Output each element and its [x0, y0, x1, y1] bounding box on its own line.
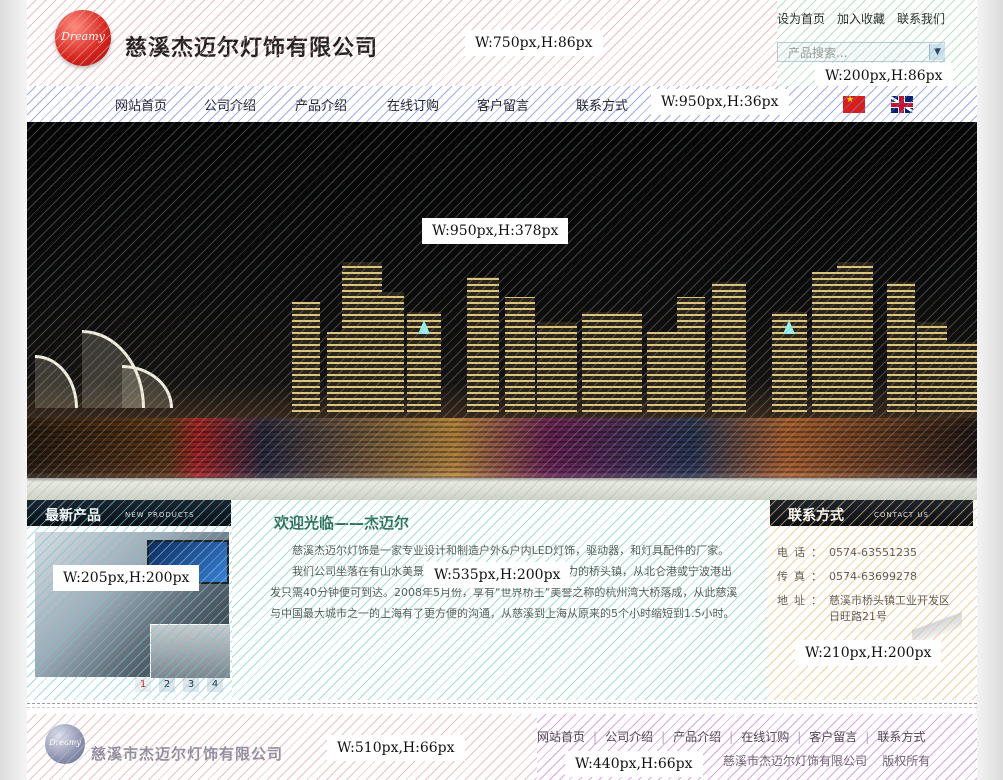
- banner-image: W:950px,H:378px: [27, 122, 977, 500]
- footer-link-products[interactable]: 产品介绍: [673, 730, 721, 744]
- uk-flag-icon[interactable]: [891, 96, 913, 113]
- footer-divider: [27, 703, 977, 704]
- page-3[interactable]: 3: [183, 678, 199, 692]
- product-search-select[interactable]: 产品搜索...: [777, 42, 945, 62]
- top-links: 设为首页 加入收藏 联系我们: [777, 10, 957, 27]
- opera-house: [27, 328, 177, 408]
- page-1[interactable]: 1: [135, 678, 151, 692]
- welcome-paragraph-1: 慈溪杰迈尔灯饰是一家专业设计和制造户外&户内LED灯饰，驱动器，和灯具配件的厂家…: [292, 544, 730, 557]
- nav-order[interactable]: 在线订购: [387, 95, 439, 114]
- nav-dimension-label: W:950px,H:36px: [651, 89, 789, 115]
- site-header: Dreamy 慈溪杰迈尔灯饰有限公司 W:750px,H:86px: [27, 0, 777, 86]
- set-homepage-link[interactable]: 设为首页: [777, 12, 825, 26]
- header-dimension-label: W:750px,H:86px: [465, 30, 603, 56]
- add-favorite-link[interactable]: 加入收藏: [837, 12, 885, 26]
- banner-dimension-label: W:950px,H:378px: [422, 218, 569, 244]
- logo-text: Dreamy: [61, 30, 105, 43]
- product-thumbnail[interactable]: [150, 624, 231, 679]
- contact-subtitle: CONTACT US: [874, 511, 929, 519]
- footer-links-area: 网站首页 | 公司介绍 | 产品介绍 | 在线订购 | 客户留言 | 联系方式 慈溪市杰迈尔灯饰有限…: [537, 714, 977, 780]
- nav-guestbook[interactable]: 客户留言: [477, 95, 529, 114]
- new-products-panel: 最新产品 NEW PRODUCTS 1 2 3 4 W:205px,H:200p…: [27, 500, 232, 700]
- contact-panel: 联系方式 CONTACT US 电话：0574-63551235 传真：0574…: [767, 500, 977, 700]
- contact-us-link[interactable]: 联系我们: [897, 12, 945, 26]
- welcome-panel: 欢迎光临——杰迈尔 慈溪杰迈尔灯饰是一家专业设计和制造户外&户内LED灯饰，驱动…: [232, 500, 767, 700]
- welcome-title: 欢迎光临——杰迈尔: [274, 514, 410, 532]
- footer-brand: Dreamy 慈溪市杰迈尔灯饰有限公司 W:510px,H:66px: [27, 714, 537, 780]
- nav-about[interactable]: 公司介绍: [204, 95, 256, 114]
- contact-address-line2: 日旺路21号: [829, 610, 887, 623]
- footer-link-guestbook[interactable]: 客户留言: [809, 730, 857, 744]
- nav-contact[interactable]: 联系方式: [576, 95, 628, 114]
- footer-links: 网站首页 | 公司介绍 | 产品介绍 | 在线订购 | 客户留言 | 联系方式: [537, 730, 926, 744]
- china-flag-icon[interactable]: [843, 95, 865, 113]
- footer-left-dimension-label: W:510px,H:66px: [327, 735, 465, 761]
- nav-home[interactable]: 网站首页: [115, 95, 167, 114]
- contact-phone: 电话：0574-63551235: [777, 546, 917, 559]
- products-title: 最新产品: [45, 508, 101, 524]
- welcome-dimension-label: W:535px,H:200px: [424, 562, 571, 588]
- company-name: 慈溪杰迈尔灯饰有限公司: [125, 35, 379, 61]
- footer-logo[interactable]: Dreamy: [45, 724, 85, 764]
- top-utility: 设为首页 加入收藏 联系我们 产品搜索... ▼ W:200px,H:86px: [777, 0, 977, 86]
- footer-link-order[interactable]: 在线订购: [741, 730, 789, 744]
- page-4[interactable]: 4: [207, 678, 223, 692]
- contact-header: 联系方式 CONTACT US: [770, 500, 973, 526]
- contact-title: 联系方式: [788, 508, 844, 524]
- footer-copyright: 慈溪市杰迈尔灯饰有限公司 版权所有: [723, 754, 931, 768]
- footer-divider-2: [27, 707, 977, 708]
- harbor-reflection: [27, 418, 977, 478]
- main-nav: 网站首页 公司介绍 产品介绍 在线订购 客户留言 联系方式 W:950px,H:…: [27, 86, 977, 122]
- products-subtitle: NEW PRODUCTS: [125, 511, 195, 519]
- footer-link-about[interactable]: 公司介绍: [605, 730, 653, 744]
- footer-company-name: 慈溪市杰迈尔灯饰有限公司: [91, 745, 284, 763]
- nav-products[interactable]: 产品介绍: [295, 95, 347, 114]
- product-image[interactable]: [35, 532, 231, 679]
- logo[interactable]: Dreamy: [55, 10, 111, 66]
- topright-dimension-label: W:200px,H:86px: [815, 63, 953, 86]
- footer-link-home[interactable]: 网站首页: [537, 730, 585, 744]
- footer-right-dimension-label: W:440px,H:66px: [565, 751, 703, 777]
- products-dimension-label: W:205px,H:200px: [53, 565, 200, 591]
- page-2[interactable]: 2: [159, 678, 175, 692]
- chevron-down-icon[interactable]: ▼: [929, 44, 945, 60]
- contact-dimension-label: W:210px,H:200px: [795, 640, 942, 666]
- contact-fax: 传真：0574-63699278: [777, 570, 917, 583]
- products-header: 最新产品 NEW PRODUCTS: [27, 500, 231, 526]
- footer-link-contact[interactable]: 联系方式: [877, 730, 925, 744]
